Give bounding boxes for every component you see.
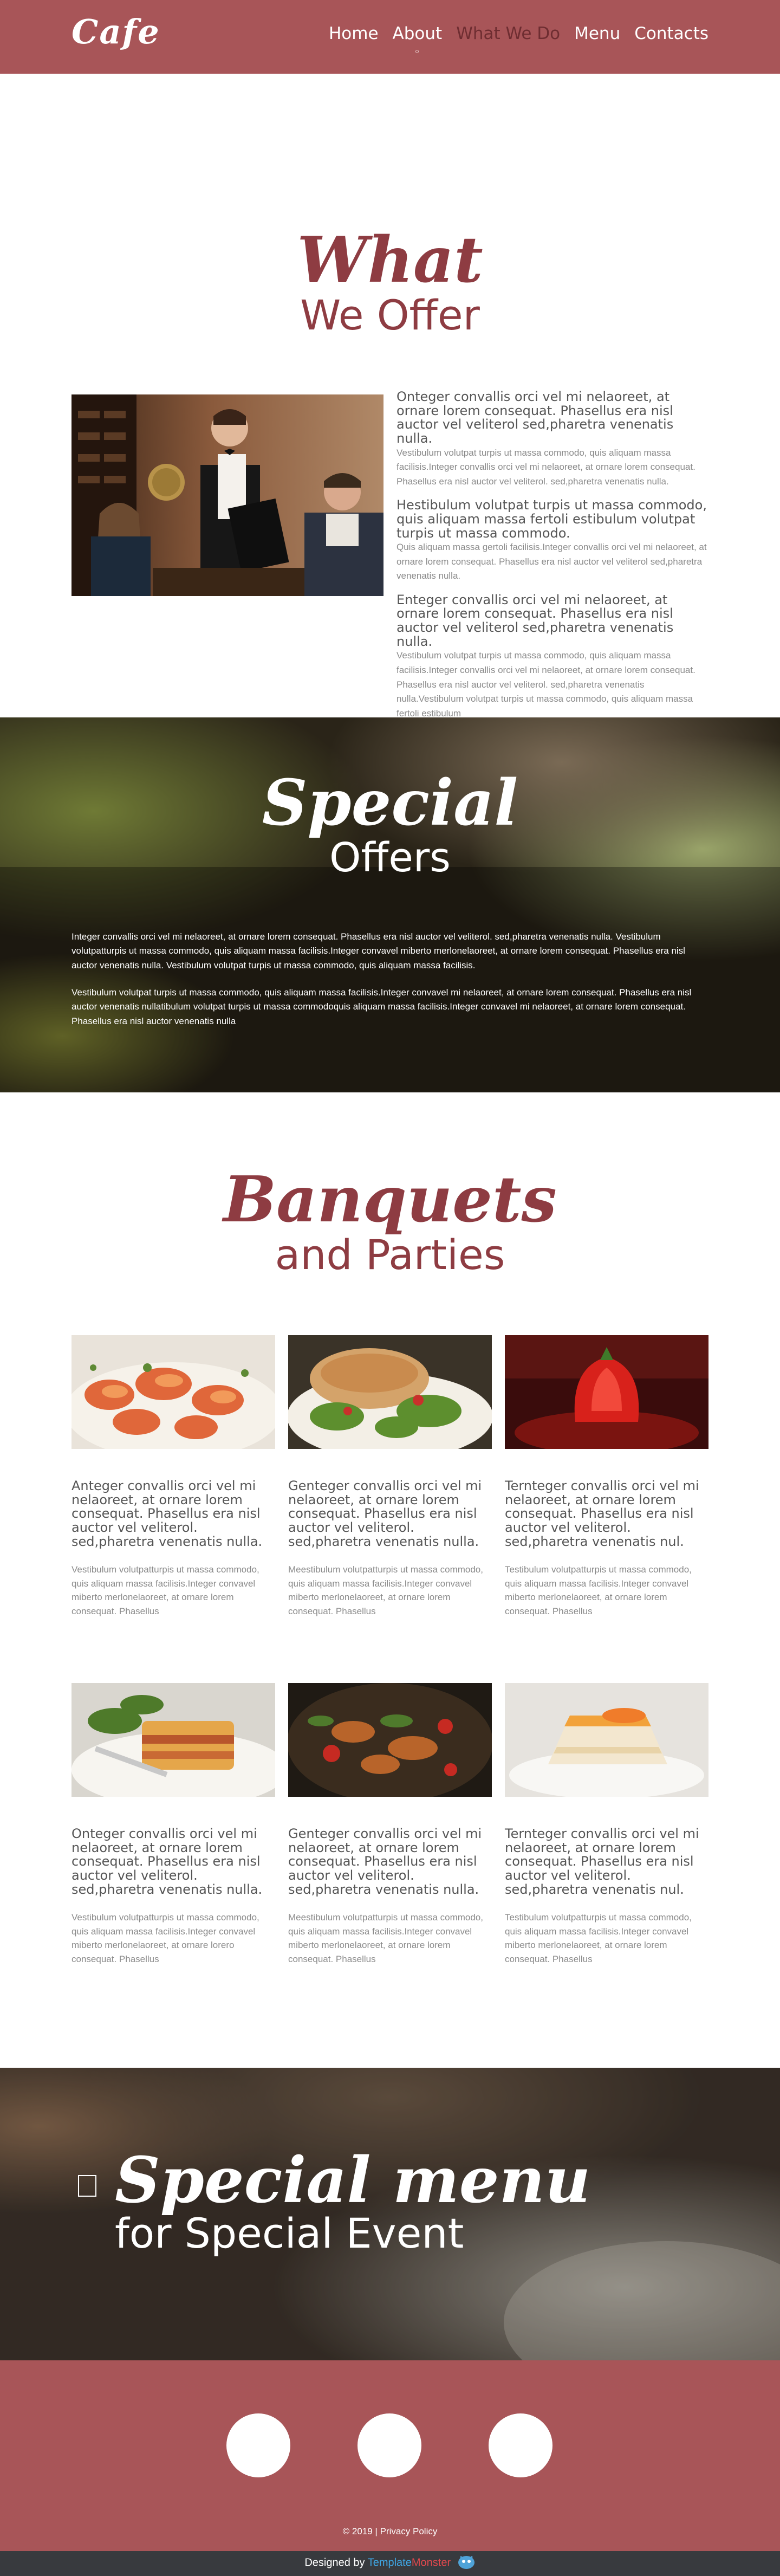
offer-heading-2: Hestibulum volutpat turpis ut massa comm… xyxy=(396,497,707,541)
shrimp-dish-photo xyxy=(72,1335,275,1449)
brand-template: Template xyxy=(367,2556,412,2569)
banquet-card-body: Testibulum volutpatturpis ut massa commo… xyxy=(505,1912,692,1964)
offer-title: What We Offer xyxy=(0,229,780,336)
social-icon-2[interactable] xyxy=(358,2413,421,2477)
menu-toggle-icon[interactable] xyxy=(78,2175,96,2197)
offer-body-3: Vestibulum volutpat turpis ut massa comm… xyxy=(396,650,696,719)
special-menu-title-big: Special menu xyxy=(115,2144,591,2217)
banquets-title-big: Banquets xyxy=(223,1163,557,1237)
main-nav: Home About What We Do Menu Contacts xyxy=(329,24,708,53)
site-logo[interactable]: Cafe xyxy=(72,12,160,51)
vegetable-stew-photo xyxy=(288,1683,492,1797)
special-offers-text: Integer convallis orci vel mi nelaoreet,… xyxy=(72,930,708,1041)
special-menu-section: Special menu for Special Event xyxy=(0,2068,780,2360)
banquets-title: Banquets and Parties xyxy=(0,1168,780,1276)
banquets-section: Banquets and Parties Anteger convallis o… xyxy=(0,1092,780,2068)
offer-heading-1: Onteger convallis orci vel mi nelaoreet,… xyxy=(396,389,674,446)
banquets-title-small: and Parties xyxy=(275,1231,505,1279)
brand-monster: Monster xyxy=(411,2556,451,2569)
template-monster-link[interactable]: TemplateMonster xyxy=(368,2556,454,2568)
special-offers-title: Special Offers xyxy=(0,772,780,878)
social-icon-1[interactable] xyxy=(226,2413,290,2477)
designed-by-bar: Designed by TemplateMonster xyxy=(0,2551,780,2576)
banquet-card-body: Meestibulum volutpatturpis ut massa comm… xyxy=(288,1912,483,1964)
lasagna-photo xyxy=(72,1683,275,1797)
banquet-card-body: Meestibulum volutpatturpis ut massa comm… xyxy=(288,1564,483,1616)
nav-about-label: About xyxy=(392,24,443,43)
banquet-card-heading: Ternteger convallis orci vel mi nelaoree… xyxy=(505,1826,699,1897)
banquet-card: Genteger convallis orci vel mi nelaoreet… xyxy=(288,1683,492,1966)
nav-indicator-icon xyxy=(415,50,419,53)
orange-cake-photo xyxy=(505,1683,708,1797)
special-title-small: Offers xyxy=(329,834,451,881)
designed-by-label: Designed by xyxy=(304,2556,365,2569)
banquet-card: Anteger convallis orci vel mi nelaoreet,… xyxy=(72,1335,275,1618)
copyright-text: © 2019 | xyxy=(342,2526,378,2536)
privacy-policy-link[interactable]: Privacy Policy xyxy=(380,2526,438,2536)
banquet-card-body: Testibulum volutpatturpis ut massa commo… xyxy=(505,1564,692,1616)
nav-contacts[interactable]: Contacts xyxy=(634,24,708,43)
offer-title-small: We Offer xyxy=(300,291,480,339)
banquet-card: Ternteger convallis orci vel mi nelaoree… xyxy=(505,1683,708,1966)
copyright-line: © 2019 | Privacy Policy xyxy=(0,2526,780,2537)
banquet-card-body: Vestibulum volutpatturpis ut massa commo… xyxy=(72,1912,259,1964)
banquet-card-body: Vestibulum volutpatturpis ut massa commo… xyxy=(72,1564,259,1616)
special-offers-section: Special Offers Integer convallis orci ve… xyxy=(0,717,780,1092)
banquet-card-heading: Onteger convallis orci vel mi nelaoreet,… xyxy=(72,1826,263,1897)
special-paragraph-2: Vestibulum volutpat turpis ut massa comm… xyxy=(72,987,692,1026)
nav-home[interactable]: Home xyxy=(329,24,379,43)
banquet-card-heading: Ternteger convallis orci vel mi nelaoree… xyxy=(505,1478,699,1549)
banquet-card: Onteger convallis orci vel mi nelaoreet,… xyxy=(72,1683,275,1966)
offer-heading-3: Enteger convallis orci vel mi nelaoreet,… xyxy=(396,592,674,649)
fish-salad-photo xyxy=(288,1335,492,1449)
site-footer: © 2019 | Privacy Policy xyxy=(0,2360,780,2551)
offer-text-column: Onteger convallis orci vel mi nelaoreet,… xyxy=(396,390,711,730)
social-icon-3[interactable] xyxy=(489,2413,552,2477)
what-we-offer-section: What We Offer Onteger convallis orci vel… xyxy=(0,74,780,719)
special-title-big: Special xyxy=(262,766,518,840)
banquet-card-heading: Anteger convallis orci vel mi nelaoreet,… xyxy=(72,1478,263,1549)
banquet-card: Genteger convallis orci vel mi nelaoreet… xyxy=(288,1335,492,1618)
nav-about[interactable]: About xyxy=(392,24,443,53)
strawberry-dessert-photo xyxy=(505,1335,708,1449)
banquet-card-heading: Genteger convallis orci vel mi nelaoreet… xyxy=(288,1826,482,1897)
offer-body-2: Quis aliquam massa gertoli facilisis.Int… xyxy=(396,542,707,581)
offer-title-big: What xyxy=(297,223,483,297)
site-header: Cafe Home About What We Do Menu Contacts xyxy=(0,0,780,74)
banquet-card: Ternteger convallis orci vel mi nelaoree… xyxy=(505,1335,708,1618)
offer-body-1: Vestibulum volutpat turpis ut massa comm… xyxy=(396,447,696,487)
nav-what-we-do[interactable]: What We Do xyxy=(456,24,560,43)
special-paragraph-1: Integer convallis orci vel mi nelaoreet,… xyxy=(72,931,685,970)
special-menu-title: Special menu for Special Event xyxy=(115,2149,590,2254)
template-monster-logo-icon xyxy=(457,2553,476,2569)
waiter-serving-couple-photo xyxy=(72,394,384,596)
banquet-card-heading: Genteger convallis orci vel mi nelaoreet… xyxy=(288,1478,482,1549)
nav-menu[interactable]: Menu xyxy=(574,24,620,43)
special-menu-title-small: for Special Event xyxy=(115,2209,464,2257)
